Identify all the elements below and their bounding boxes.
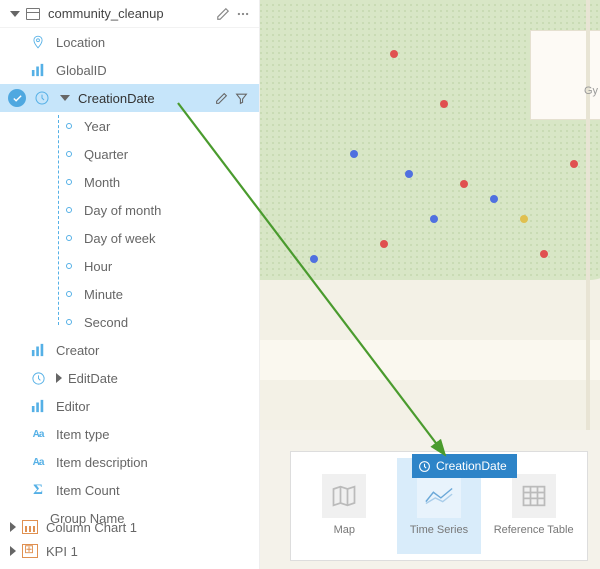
column-chart-icon bbox=[22, 520, 38, 534]
field-label: Year bbox=[84, 119, 251, 134]
field-tree-sidebar: community_cleanup Location GlobalID bbox=[0, 0, 260, 569]
datepart-year[interactable]: Year bbox=[0, 112, 259, 140]
canvas-pane: Gy CreationDate Map bbox=[260, 0, 600, 569]
field-location[interactable]: Location bbox=[0, 28, 259, 56]
field-label: Minute bbox=[84, 287, 251, 302]
datepart-second[interactable]: Second bbox=[0, 308, 259, 336]
field-label: Item Count bbox=[56, 483, 251, 498]
text-icon: Aa bbox=[28, 452, 48, 472]
element-label: Column Chart 1 bbox=[46, 520, 259, 535]
layer-header[interactable]: community_cleanup bbox=[0, 0, 259, 28]
expand-icon bbox=[10, 546, 16, 556]
map-label: Gy bbox=[584, 85, 598, 97]
table-icon bbox=[26, 8, 40, 20]
bullet-icon bbox=[66, 179, 72, 185]
slot-label: Reference Table bbox=[494, 524, 574, 537]
edit-icon[interactable] bbox=[211, 88, 231, 108]
field-creator[interactable]: Creator bbox=[0, 336, 259, 364]
field-label: Item description bbox=[56, 455, 251, 470]
datepart-quarter[interactable]: Quarter bbox=[0, 140, 259, 168]
field-label: EditDate bbox=[68, 371, 251, 386]
bullet-icon bbox=[66, 291, 72, 297]
collapse-icon bbox=[10, 11, 20, 17]
field-itemcount[interactable]: Σ Item Count bbox=[0, 476, 259, 504]
more-icon[interactable] bbox=[233, 4, 253, 24]
slot-label: Time Series bbox=[410, 524, 468, 537]
drag-chip-label: CreationDate bbox=[436, 459, 507, 473]
expand-icon bbox=[10, 522, 16, 532]
layer-name: community_cleanup bbox=[48, 6, 213, 21]
field-label: Editor bbox=[56, 399, 251, 414]
bullet-icon bbox=[66, 207, 72, 213]
field-itemtype[interactable]: Aa Item type bbox=[0, 420, 259, 448]
bullet-icon bbox=[66, 263, 72, 269]
bullet-icon bbox=[66, 319, 72, 325]
datepart-dom[interactable]: Day of month bbox=[0, 196, 259, 224]
drag-chip-creationdate[interactable]: CreationDate bbox=[412, 454, 517, 478]
drop-target-panel: CreationDate Map Time Series Reference T… bbox=[290, 451, 588, 561]
field-label: CreationDate bbox=[78, 91, 211, 106]
table-slot-icon bbox=[512, 474, 556, 518]
field-itemdesc[interactable]: Aa Item description bbox=[0, 448, 259, 476]
tree-connector bbox=[58, 115, 59, 325]
bars-icon bbox=[28, 340, 48, 360]
expand-icon bbox=[60, 95, 70, 101]
kpi-icon bbox=[22, 544, 38, 558]
field-creationdate[interactable]: CreationDate bbox=[0, 84, 259, 112]
bars-icon bbox=[28, 396, 48, 416]
field-label: Day of week bbox=[84, 231, 251, 246]
field-label: GlobalID bbox=[56, 63, 251, 78]
field-label: Location bbox=[56, 35, 251, 50]
clock-icon bbox=[32, 88, 52, 108]
field-label: Quarter bbox=[84, 147, 251, 162]
map-preview[interactable]: Gy bbox=[260, 0, 600, 430]
expand-icon bbox=[56, 373, 62, 383]
field-label: Item type bbox=[56, 427, 251, 442]
map-slot-icon bbox=[322, 474, 366, 518]
selected-check-icon bbox=[8, 89, 26, 107]
field-label: Day of month bbox=[84, 203, 251, 218]
clock-icon bbox=[28, 368, 48, 388]
slot-label: Map bbox=[334, 524, 355, 537]
filter-icon[interactable] bbox=[231, 88, 251, 108]
field-globalid[interactable]: GlobalID bbox=[0, 56, 259, 84]
timeseries-slot-icon bbox=[417, 474, 461, 518]
element-label: KPI 1 bbox=[46, 544, 259, 559]
field-editdate[interactable]: EditDate bbox=[0, 364, 259, 392]
bullet-icon bbox=[66, 235, 72, 241]
field-label: Creator bbox=[56, 343, 251, 358]
sigma-icon: Σ bbox=[28, 480, 48, 500]
datepart-hour[interactable]: Hour bbox=[0, 252, 259, 280]
bullet-icon bbox=[66, 123, 72, 129]
drop-slot-map[interactable]: Map bbox=[302, 458, 386, 554]
element-column-chart-1[interactable]: Column Chart 1 bbox=[0, 515, 259, 539]
text-icon: Aa bbox=[28, 424, 48, 444]
field-editor[interactable]: Editor bbox=[0, 392, 259, 420]
field-label: Month bbox=[84, 175, 251, 190]
datepart-minute[interactable]: Minute bbox=[0, 280, 259, 308]
location-icon bbox=[28, 32, 48, 52]
field-label: Hour bbox=[84, 259, 251, 274]
edit-icon[interactable] bbox=[213, 4, 233, 24]
bullet-icon bbox=[66, 151, 72, 157]
datepart-dow[interactable]: Day of week bbox=[0, 224, 259, 252]
bars-icon bbox=[28, 60, 48, 80]
field-label: Second bbox=[84, 315, 251, 330]
element-kpi-1[interactable]: KPI 1 bbox=[0, 539, 259, 563]
datepart-month[interactable]: Month bbox=[0, 168, 259, 196]
